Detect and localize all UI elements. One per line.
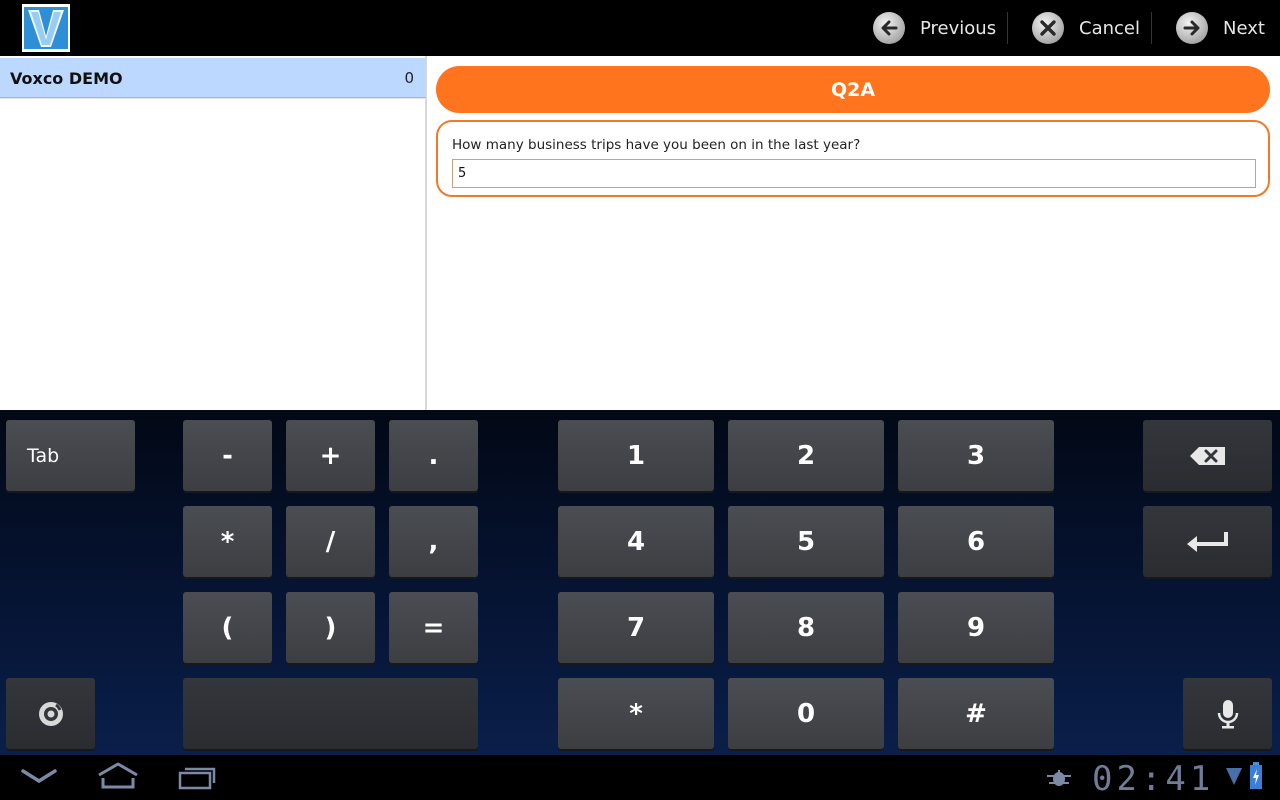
survey-list: Voxco DEMO 0 — [0, 56, 427, 410]
question-text: How many business trips have you been on… — [452, 137, 861, 153]
numeric-keyboard: Tab - + . * / , ( ) = 1 2 3 4 5 6 7 8 9 … — [0, 410, 1280, 755]
backspace-key[interactable] — [1143, 420, 1272, 491]
key-5[interactable]: 5 — [728, 506, 884, 577]
action-bar: Previous Cancel Next — [0, 0, 1280, 56]
next-button[interactable]: Next — [1176, 0, 1265, 56]
voxco-logo — [22, 4, 70, 52]
debug-icon — [1047, 770, 1071, 786]
list-item-count: 0 — [404, 69, 414, 87]
answer-input[interactable]: 5 — [452, 159, 1256, 188]
list-item-voxco-demo[interactable]: Voxco DEMO 0 — [0, 58, 426, 98]
battery-icon — [1250, 762, 1262, 789]
signal-icon — [1226, 768, 1242, 785]
cancel-label: Cancel — [1079, 17, 1140, 39]
home-icon[interactable] — [96, 761, 140, 791]
key-equals[interactable]: = — [389, 592, 478, 663]
cancel-button[interactable]: Cancel — [1032, 0, 1140, 56]
divider — [1151, 12, 1152, 44]
key-comma[interactable]: , — [389, 506, 478, 577]
next-label: Next — [1223, 17, 1265, 39]
divider — [1007, 12, 1008, 44]
key-8[interactable]: 8 — [728, 592, 884, 663]
question-pane: Q2A How many business trips have you bee… — [429, 56, 1280, 410]
recent-apps-icon[interactable] — [176, 763, 220, 791]
microphone-key[interactable] — [1183, 678, 1272, 749]
question-id-header: Q2A — [436, 66, 1270, 113]
divider — [0, 98, 426, 99]
list-item-label: Voxco DEMO — [10, 69, 123, 88]
key-6[interactable]: 6 — [898, 506, 1054, 577]
key-1[interactable]: 1 — [558, 420, 714, 491]
settings-key[interactable] — [6, 678, 95, 749]
key-hash[interactable]: # — [898, 678, 1054, 749]
key-minus[interactable]: - — [183, 420, 272, 491]
close-icon — [1032, 12, 1064, 44]
hide-keyboard-icon[interactable] — [20, 767, 58, 787]
key-asterisk[interactable]: * — [183, 506, 272, 577]
clock: 02:41 — [1092, 759, 1215, 799]
previous-button[interactable]: Previous — [873, 0, 996, 56]
previous-label: Previous — [920, 17, 997, 39]
question-card: How many business trips have you been on… — [436, 120, 1270, 197]
arrow-left-icon — [873, 12, 905, 44]
key-4[interactable]: 4 — [558, 506, 714, 577]
arrow-right-icon — [1176, 12, 1208, 44]
key-7[interactable]: 7 — [558, 592, 714, 663]
key-period[interactable]: . — [389, 420, 478, 491]
key-star[interactable]: * — [558, 678, 714, 749]
content-area: Voxco DEMO 0 Q2A How many business trips… — [0, 56, 1280, 410]
system-nav-bar: 02:41 — [0, 755, 1280, 800]
space-key[interactable] — [183, 678, 478, 749]
key-9[interactable]: 9 — [898, 592, 1054, 663]
key-open-paren[interactable]: ( — [183, 592, 272, 663]
enter-icon — [1186, 531, 1228, 552]
key-3[interactable]: 3 — [898, 420, 1054, 491]
enter-key[interactable] — [1143, 506, 1272, 577]
key-close-paren[interactable]: ) — [286, 592, 375, 663]
key-2[interactable]: 2 — [728, 420, 884, 491]
microphone-icon — [1217, 699, 1238, 728]
key-plus[interactable]: + — [286, 420, 375, 491]
tab-key[interactable]: Tab — [6, 420, 135, 491]
key-0[interactable]: 0 — [728, 678, 884, 749]
backspace-icon — [1189, 446, 1225, 465]
settings-icon — [38, 701, 63, 726]
key-slash[interactable]: / — [286, 506, 375, 577]
